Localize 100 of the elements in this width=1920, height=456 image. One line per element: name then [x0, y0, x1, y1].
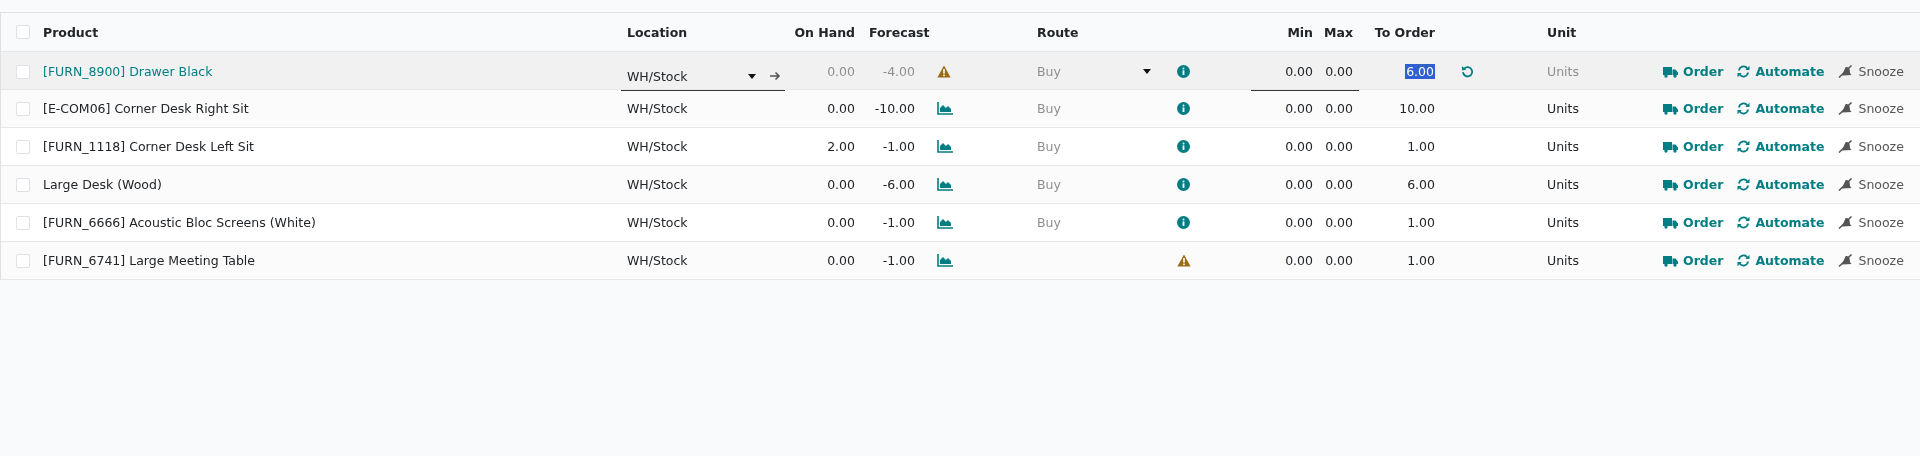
- unit-text: Units: [1547, 215, 1579, 230]
- max-value: 0.00: [1325, 215, 1353, 230]
- info-icon[interactable]: [1177, 140, 1190, 153]
- snooze-button[interactable]: Snooze: [1838, 177, 1904, 192]
- truck-icon: [1663, 102, 1678, 115]
- order-button[interactable]: Order: [1663, 177, 1724, 192]
- unit-text: Units: [1547, 139, 1579, 154]
- snooze-button[interactable]: Snooze: [1838, 253, 1904, 268]
- info-icon[interactable]: [1177, 102, 1190, 115]
- unit-text: Units: [1547, 177, 1579, 192]
- select-all-checkbox[interactable]: [16, 25, 30, 39]
- max-value[interactable]: 0.00: [1325, 63, 1353, 79]
- min-value: 0.00: [1285, 253, 1313, 268]
- snooze-button[interactable]: Snooze: [1838, 64, 1904, 79]
- snooze-button[interactable]: Snooze: [1838, 101, 1904, 116]
- column-header[interactable]: Forecast: [869, 24, 930, 40]
- row-checkbox[interactable]: [16, 101, 30, 116]
- column-header[interactable]: Min: [1287, 24, 1313, 40]
- automate-button[interactable]: Automate: [1737, 101, 1825, 116]
- product-name[interactable]: [E-COM06] Corner Desk Right Sit: [43, 101, 249, 116]
- automate-button[interactable]: Automate: [1737, 215, 1825, 230]
- row-checkbox[interactable]: [16, 64, 30, 79]
- column-header[interactable]: Route: [1037, 24, 1079, 40]
- on-hand-value: 2.00: [827, 139, 855, 154]
- column-header[interactable]: Unit: [1547, 24, 1577, 40]
- bell-slash-icon: [1838, 140, 1854, 153]
- max-value: 0.00: [1325, 177, 1353, 192]
- column-header[interactable]: Product: [43, 24, 99, 40]
- min-value: 0.00: [1285, 139, 1313, 154]
- location-text: WH/Stock: [627, 139, 688, 154]
- area-chart-icon[interactable]: [937, 140, 953, 153]
- on-hand-value: 0.00: [827, 253, 855, 268]
- to-order-value: 1.00: [1407, 139, 1435, 154]
- forecast-value: -1.00: [882, 215, 915, 230]
- snooze-button[interactable]: Snooze: [1838, 139, 1904, 154]
- truck-icon: [1663, 65, 1678, 78]
- warning-icon[interactable]: [1177, 254, 1191, 267]
- on-hand-value: 0.00: [827, 101, 855, 116]
- min-value: 0.00: [1285, 101, 1313, 116]
- min-value[interactable]: 0.00: [1285, 63, 1313, 79]
- warning-icon[interactable]: [937, 65, 951, 78]
- bell-slash-icon: [1838, 65, 1854, 78]
- area-chart-icon[interactable]: [937, 102, 953, 115]
- column-header[interactable]: Location: [627, 24, 688, 40]
- refresh-icon: [1737, 102, 1751, 115]
- area-chart-icon[interactable]: [937, 254, 953, 267]
- refresh-icon: [1737, 216, 1751, 229]
- min-value: 0.00: [1285, 177, 1313, 192]
- product-name[interactable]: [FURN_8900] Drawer Black: [43, 64, 213, 79]
- area-chart-icon[interactable]: [937, 216, 953, 229]
- route-text: Buy: [1037, 215, 1061, 230]
- reset-icon[interactable]: [1461, 65, 1474, 78]
- automate-button[interactable]: Automate: [1737, 64, 1825, 79]
- unit-text: Units: [1547, 101, 1579, 116]
- product-name[interactable]: Large Desk (Wood): [43, 177, 162, 192]
- order-button[interactable]: Order: [1663, 215, 1724, 230]
- caret-icon: [1143, 69, 1151, 74]
- forecast-value: -1.00: [882, 139, 915, 154]
- location-text: WH/Stock: [627, 215, 688, 230]
- on-hand-value: 0.00: [827, 64, 855, 79]
- row-checkbox[interactable]: [16, 215, 30, 230]
- row-checkbox[interactable]: [16, 139, 30, 154]
- snooze-button[interactable]: Snooze: [1838, 215, 1904, 230]
- automate-button[interactable]: Automate: [1737, 177, 1825, 192]
- info-icon[interactable]: [1177, 65, 1190, 78]
- truck-icon: [1663, 178, 1678, 191]
- route-text: Buy: [1037, 177, 1061, 192]
- forecast-value: -10.00: [874, 101, 915, 116]
- bell-slash-icon: [1838, 216, 1854, 229]
- row-checkbox[interactable]: [16, 253, 30, 268]
- max-value: 0.00: [1325, 139, 1353, 154]
- order-button[interactable]: Order: [1663, 64, 1724, 79]
- area-chart-icon[interactable]: [937, 178, 953, 191]
- truck-icon: [1663, 140, 1678, 153]
- column-header[interactable]: To Order: [1374, 24, 1435, 40]
- automate-button[interactable]: Automate: [1737, 253, 1825, 268]
- to-order-value[interactable]: 6.00: [1405, 64, 1435, 79]
- product-name[interactable]: [FURN_6666] Acoustic Bloc Screens (White): [43, 215, 316, 230]
- refresh-icon: [1737, 178, 1751, 191]
- order-button[interactable]: Order: [1663, 253, 1724, 268]
- automate-button[interactable]: Automate: [1737, 139, 1825, 154]
- info-icon[interactable]: [1177, 216, 1190, 229]
- column-header[interactable]: Max: [1324, 24, 1353, 40]
- truck-icon: [1663, 254, 1678, 267]
- max-value: 0.00: [1325, 101, 1353, 116]
- row-checkbox[interactable]: [16, 177, 30, 192]
- bell-slash-icon: [1838, 102, 1854, 115]
- unit-text: Units: [1547, 64, 1579, 79]
- location-text: WH/Stock: [627, 101, 688, 116]
- route-text: Buy: [1037, 139, 1061, 154]
- product-name[interactable]: [FURN_6741] Large Meeting Table: [43, 253, 255, 268]
- caret-icon: [748, 73, 756, 79]
- unit-text: Units: [1547, 253, 1579, 268]
- order-button[interactable]: Order: [1663, 139, 1724, 154]
- product-name[interactable]: [FURN_1118] Corner Desk Left Sit: [43, 139, 255, 154]
- order-button[interactable]: Order: [1663, 101, 1724, 116]
- forecast-value: -6.00: [882, 177, 915, 192]
- arrow-right-icon[interactable]: [770, 71, 781, 81]
- info-icon[interactable]: [1177, 178, 1190, 191]
- column-header[interactable]: On Hand: [794, 24, 855, 40]
